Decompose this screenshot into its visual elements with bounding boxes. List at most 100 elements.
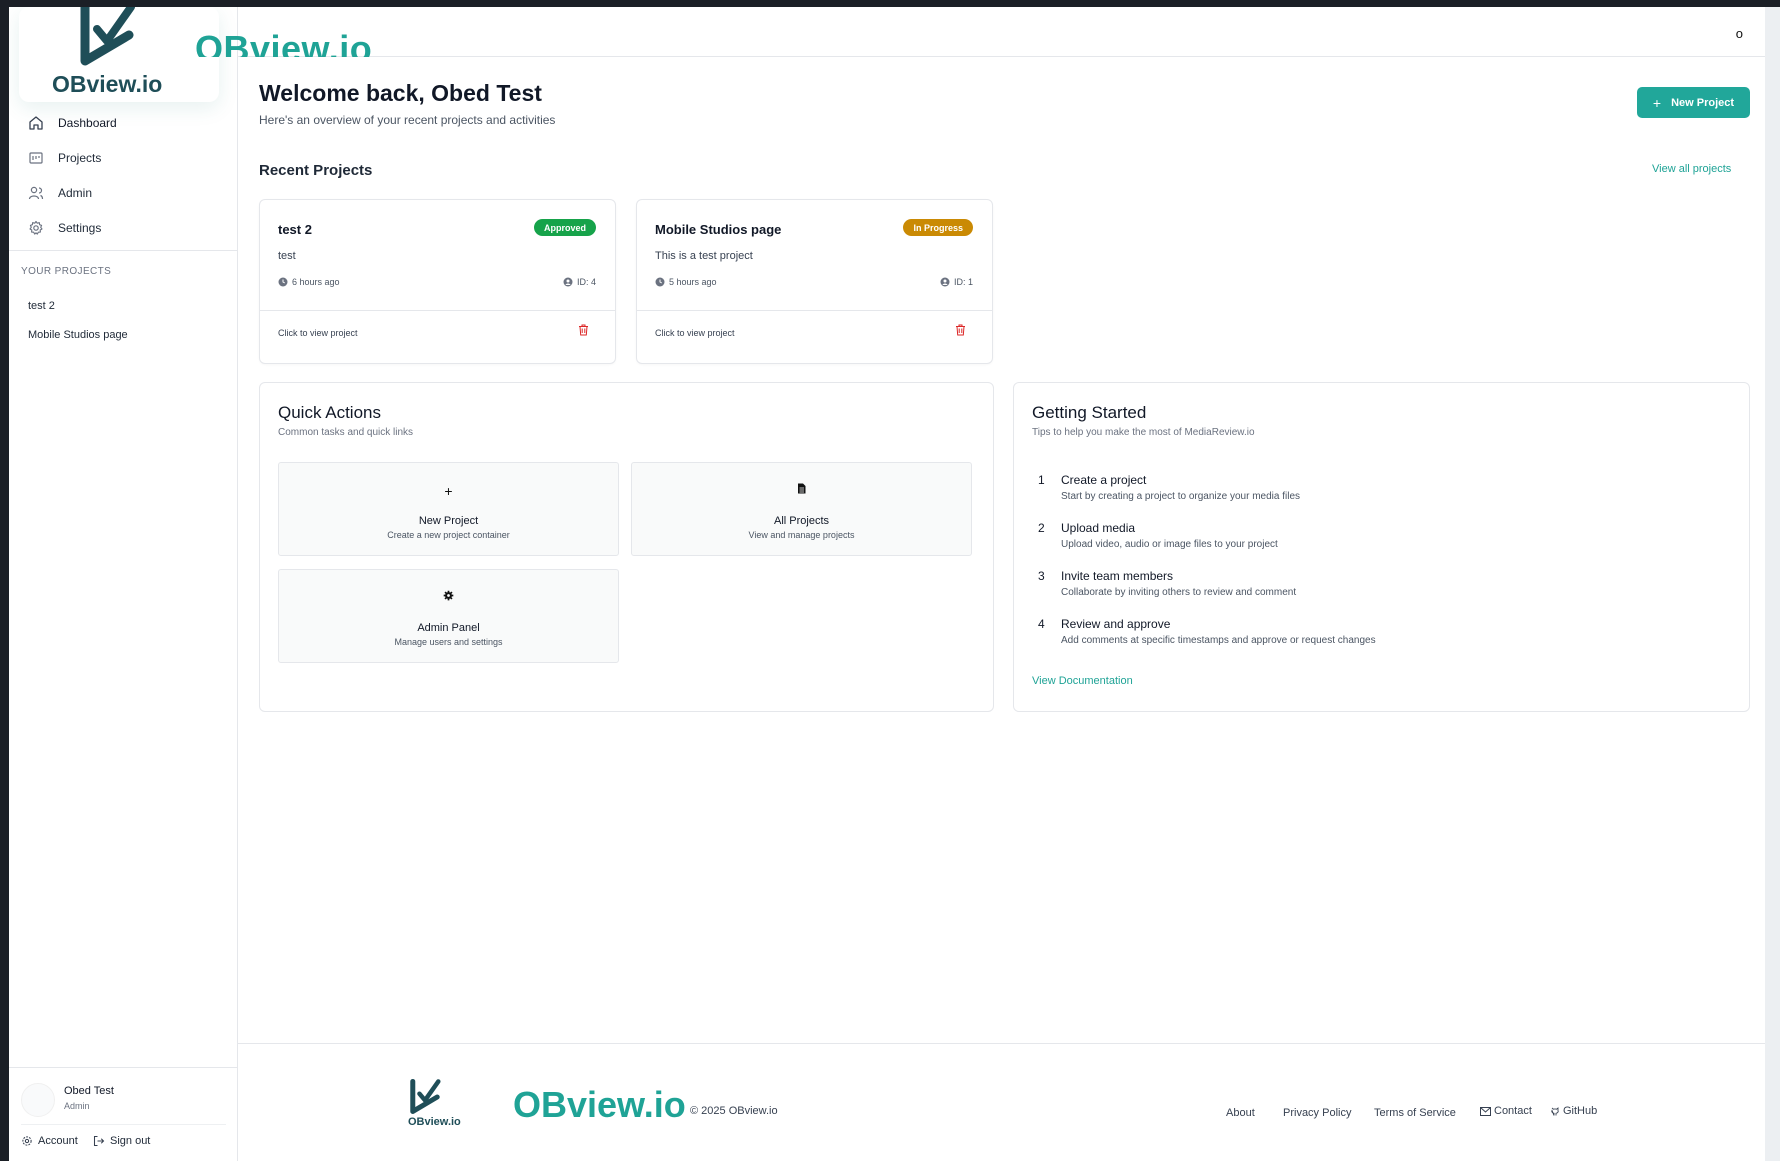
project-title: test 2 <box>278 222 312 237</box>
sign-out-label: Sign out <box>110 1135 151 1147</box>
step-description: Add comments at specific timestamps and … <box>1061 635 1376 646</box>
card-divider <box>637 310 992 311</box>
sidebar-item-label: Admin <box>58 185 93 200</box>
quick-action-title: Admin Panel <box>417 622 480 634</box>
quick-action-new-project[interactable]: + New Project Create a new project conta… <box>278 462 619 556</box>
project-time-text: 5 hours ago <box>669 277 717 287</box>
sign-out-link[interactable]: Sign out <box>93 1135 150 1147</box>
step-description: Upload video, audio or image files to yo… <box>1061 539 1278 550</box>
step-title: Create a project <box>1061 473 1147 487</box>
quick-action-title: All Projects <box>773 515 830 527</box>
project-time-text: 6 hours ago <box>292 277 340 287</box>
getting-started-subtitle: Tips to help you make the most of MediaR… <box>1032 427 1255 438</box>
project-id: ID: 1 <box>940 277 973 287</box>
sidebar-project-mobile-studios[interactable]: Mobile Studios page <box>28 329 128 341</box>
footer-link-privacy[interactable]: Privacy Policy <box>1283 1107 1351 1119</box>
footer-link-terms[interactable]: Terms of Service <box>1374 1107 1456 1119</box>
sidebar-item-dashboard[interactable]: Dashboard <box>9 105 238 140</box>
gear-icon <box>29 220 43 235</box>
trash-icon[interactable] <box>578 324 589 336</box>
user-circle-icon <box>940 277 950 287</box>
step-title: Review and approve <box>1061 617 1171 631</box>
project-time: 5 hours ago <box>655 277 717 287</box>
step-description: Start by creating a project to organize … <box>1061 491 1301 502</box>
brand-title-overflow: OBview.io <box>195 28 373 57</box>
view-documentation-link[interactable]: View Documentation <box>1032 675 1133 687</box>
footer-logo-text: OBview.io <box>408 1116 461 1128</box>
sidebar-user-divider <box>9 1067 238 1068</box>
copyright: © 2025 OBview.io <box>690 1105 778 1117</box>
sidebar-item-label: Settings <box>58 220 102 235</box>
quick-action-admin-panel[interactable]: Admin Panel Manage users and settings <box>278 569 619 663</box>
projects-icon <box>29 151 43 164</box>
project-time: 6 hours ago <box>278 277 340 287</box>
footer-link-contact[interactable]: Contact <box>1480 1105 1532 1117</box>
step-number: 4 <box>1038 617 1045 631</box>
footer-link-github[interactable]: GitHub <box>1550 1105 1597 1117</box>
account-link[interactable]: Account <box>21 1135 78 1147</box>
clock-icon <box>655 277 665 287</box>
project-id-text: ID: 4 <box>576 277 596 287</box>
getting-started-title: Getting Started <box>1032 403 1147 422</box>
project-description: This is a test project <box>655 250 753 262</box>
new-project-button[interactable]: + New Project <box>1637 87 1750 118</box>
gear-icon <box>279 590 618 601</box>
sidebar-item-settings[interactable]: Settings <box>9 210 238 245</box>
footer-brand: OBview.io <box>513 1084 686 1125</box>
project-description: test <box>278 250 296 262</box>
quick-action-subtitle: View and manage projects <box>748 530 855 540</box>
your-projects-heading: YOUR PROJECTS <box>21 266 112 277</box>
click-to-view-hint: Click to view project <box>278 328 358 338</box>
step-title: Invite team members <box>1061 569 1174 583</box>
quick-action-subtitle: Manage users and settings <box>394 637 503 647</box>
getting-started-panel: Getting Started Tips to help you make th… <box>1013 382 1750 712</box>
page-title: Welcome back, Obed Test <box>259 80 542 106</box>
step-title: Upload media <box>1061 521 1136 535</box>
quick-actions-panel: Quick Actions Common tasks and quick lin… <box>259 382 994 712</box>
sidebar-divider <box>9 250 238 251</box>
github-label: GitHub <box>1563 1105 1598 1117</box>
project-card[interactable]: Mobile Studios page In Progress This is … <box>636 199 993 364</box>
sidebar-item-admin[interactable]: Admin <box>9 175 238 210</box>
quick-actions-title: Quick Actions <box>278 403 381 422</box>
recent-projects-heading: Recent Projects <box>259 162 373 179</box>
project-title: Mobile Studios page <box>655 222 782 237</box>
top-bar: o <box>238 7 1765 57</box>
plus-icon: + <box>444 483 453 499</box>
footer: OBview.io OBview.io © 2025 OBview.io Abo… <box>238 1043 1765 1161</box>
sign-out-icon <box>93 1135 105 1147</box>
project-id-text: ID: 1 <box>953 277 973 287</box>
quick-action-all-projects[interactable]: All Projects View and manage projects <box>631 462 972 556</box>
contact-label: Contact <box>1494 1105 1532 1117</box>
trash-icon[interactable] <box>955 324 966 336</box>
project-id: ID: 4 <box>563 277 596 287</box>
step-number: 1 <box>1038 473 1045 487</box>
plus-icon: + <box>1652 94 1662 111</box>
step-number: 3 <box>1038 569 1045 583</box>
view-all-projects-link[interactable]: View all projects <box>1652 163 1731 175</box>
github-icon <box>1551 1107 1559 1116</box>
sidebar-logo[interactable]: OBview.io <box>19 7 219 102</box>
logo-mark-icon[interactable] <box>405 1077 445 1117</box>
page-subtitle: Here's an overview of your recent projec… <box>259 113 556 127</box>
sidebar-project-test-2[interactable]: test 2 <box>28 300 55 312</box>
gear-icon <box>22 1136 32 1146</box>
sidebar-item-label: Dashboard <box>58 115 117 130</box>
sidebar-item-projects[interactable]: Projects <box>9 140 238 175</box>
sidebar-nav: Dashboard Projects Admin Settings <box>9 105 238 245</box>
footer-link-about[interactable]: About <box>1226 1107 1255 1119</box>
sidebar-item-label: Projects <box>58 150 102 165</box>
window-edge-strip <box>1765 7 1780 1161</box>
account-label: Account <box>38 1135 78 1147</box>
logo-text: OBview.io <box>52 71 163 97</box>
avatar[interactable] <box>21 1083 55 1117</box>
status-badge: In Progress <box>903 219 973 236</box>
sidebar: OBview.io Dashboard Projects Admin Setti… <box>9 7 238 1161</box>
step-description: Collaborate by inviting others to review… <box>1061 587 1297 598</box>
logo-mark-icon <box>80 7 135 66</box>
user-actions-divider <box>21 1124 226 1125</box>
clock-icon <box>278 277 288 287</box>
project-card[interactable]: test 2 Approved test 6 hours ago ID: 4 C… <box>259 199 616 364</box>
top-right-indicator[interactable]: o <box>1736 26 1743 41</box>
user-name: Obed Test <box>64 1085 114 1097</box>
